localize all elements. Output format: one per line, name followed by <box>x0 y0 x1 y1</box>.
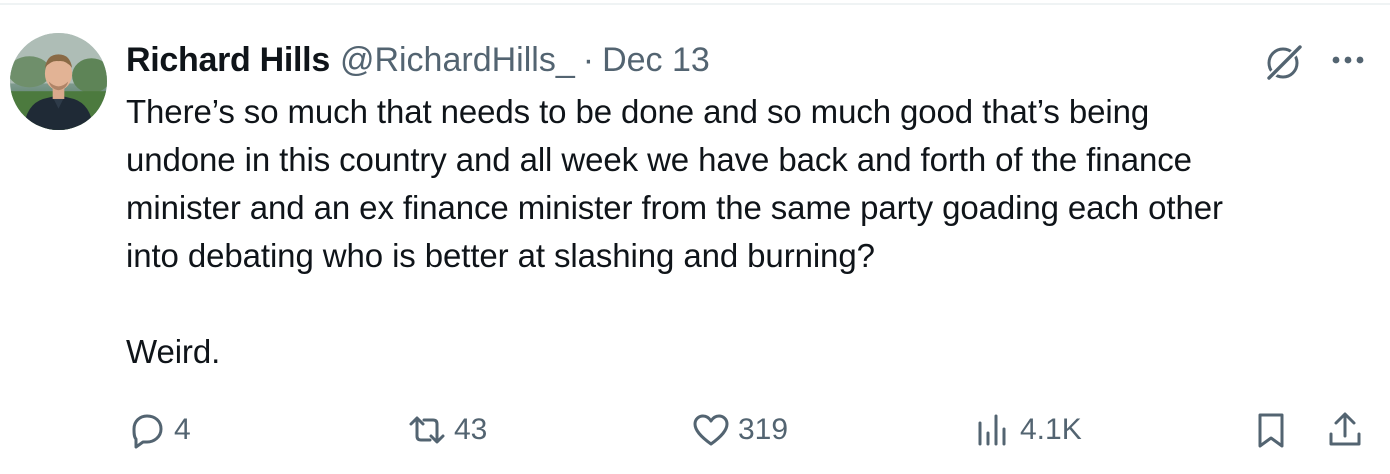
like-count: 319 <box>738 413 789 446</box>
bookmark-icon <box>1258 413 1284 448</box>
action-bar: 4 43 319 4.1K <box>0 400 1390 460</box>
avatar-image <box>10 33 107 130</box>
more-icon[interactable] <box>1326 40 1370 80</box>
tweet-text: There’s so much that needs to be done an… <box>126 93 1223 370</box>
grok-icon[interactable] <box>1262 40 1306 84</box>
separator-dot: · <box>582 41 595 79</box>
retweet-count: 43 <box>454 413 488 446</box>
reply-count: 4 <box>174 413 191 446</box>
views-button[interactable]: 4.1K <box>972 406 1082 454</box>
reply-icon <box>132 414 163 449</box>
views-count: 4.1K <box>1020 413 1082 446</box>
heart-icon <box>693 414 729 446</box>
author-handle[interactable]: @RichardHills_ <box>340 38 575 82</box>
bookmark-button[interactable] <box>1250 406 1292 454</box>
like-button[interactable]: 319 <box>690 406 788 454</box>
author-name[interactable]: Richard Hills <box>126 38 330 82</box>
views-icon <box>978 414 1006 446</box>
retweet-icon <box>409 416 445 444</box>
retweet-button[interactable]: 43 <box>406 406 487 454</box>
reply-button[interactable]: 4 <box>126 406 191 454</box>
share-icon <box>1329 412 1361 446</box>
tweet[interactable]: Richard Hills @RichardHills_ · Dec 13 Th… <box>0 0 1390 474</box>
share-button[interactable] <box>1324 406 1366 454</box>
tweet-header: Richard Hills @RichardHills_ · Dec 13 <box>126 38 710 82</box>
tweet-date[interactable]: Dec 13 <box>602 38 710 82</box>
avatar[interactable] <box>10 33 107 130</box>
